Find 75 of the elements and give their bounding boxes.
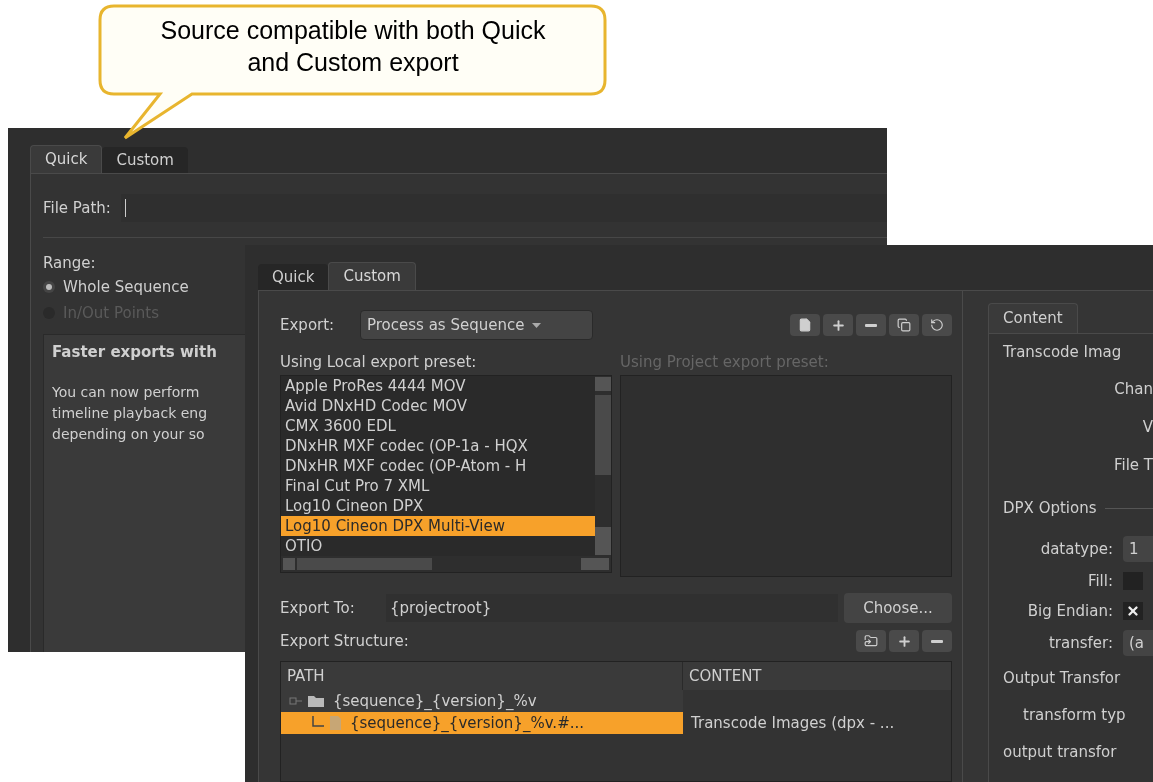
field-label: Chan <box>1114 378 1153 400</box>
field-label: Output Transfor <box>1003 667 1121 689</box>
preset-item[interactable]: Log10 Cineon DPX <box>281 496 595 516</box>
preset-item[interactable]: DNxHR MXF codec (OP-Atom - H <box>281 456 595 476</box>
dropdown[interactable]: 1 <box>1123 536 1153 562</box>
field-label: Transcode Imag <box>1003 341 1122 363</box>
info-text: depending on your so <box>52 424 205 444</box>
file-icon <box>329 715 342 731</box>
remove-button[interactable] <box>922 630 952 652</box>
preset-item[interactable]: Avid DNxHD Codec MOV <box>281 396 595 416</box>
field-label: DPX Options <box>1003 497 1097 519</box>
path-text: {sequence}_{version}_%v.#... <box>350 712 584 734</box>
field-label: Export To: <box>280 597 356 619</box>
tab[interactable]: Custom <box>328 262 416 290</box>
export-dropdown[interactable]: Process as Sequence <box>360 310 593 340</box>
field-label: File Path: <box>43 197 111 219</box>
tree-connector-icon <box>311 716 325 730</box>
list-label: Using Local export preset: <box>280 352 478 373</box>
tree-row[interactable]: {sequence}_{version}_%v.#... <box>281 712 683 734</box>
reset-button[interactable] <box>922 314 952 336</box>
new-preset-button[interactable] <box>790 314 820 336</box>
field-label: Export Structure: <box>280 630 409 652</box>
tree-connector-icon <box>289 694 303 708</box>
content-text: Transcode Images (dpx - ... <box>691 712 895 734</box>
tree-row[interactable]: {sequence}_{version}_%v <box>281 690 683 712</box>
tab[interactable]: Quick <box>258 264 329 290</box>
tab[interactable]: Quick <box>30 145 103 173</box>
preset-item[interactable]: DNxHR MXF codec (OP-1a - HQX <box>281 436 595 456</box>
reset-icon <box>930 318 944 332</box>
minus-icon <box>865 323 877 327</box>
folder-icon <box>307 694 325 708</box>
copy-icon <box>897 318 911 332</box>
field-label: Big Endian: <box>1027 600 1113 622</box>
dropdown[interactable]: (a <box>1123 630 1153 656</box>
minus-icon <box>931 639 943 643</box>
path-text: {sequence}_{version}_%v <box>333 690 537 712</box>
caret-icon <box>532 322 542 328</box>
field-label: transform typ <box>1023 704 1126 726</box>
preset-item[interactable]: Apple ProRes 4444 MOV <box>281 376 595 396</box>
folder-arrow-icon <box>864 634 878 648</box>
copy-button[interactable] <box>889 314 919 336</box>
add-button[interactable] <box>823 314 853 336</box>
range-label: Range: <box>43 253 97 274</box>
document-icon <box>798 318 812 332</box>
info-heading: Faster exports with <box>52 342 217 363</box>
field-label: datatype: <box>1040 538 1113 560</box>
checkbox[interactable] <box>1123 602 1143 620</box>
plus-icon <box>830 317 846 333</box>
checkmark-icon <box>1126 604 1140 618</box>
preset-item[interactable]: Log10 Cineon DPX Multi-View <box>281 516 595 536</box>
field-label: output transfor <box>1003 741 1117 763</box>
callout-text: Source compatible with both Quick and Custom export <box>159 15 547 78</box>
preset-item[interactable]: CMX 3600 EDL <box>281 416 595 436</box>
choose-button[interactable]: Choose... <box>844 593 952 623</box>
file-path-input[interactable] <box>120 194 887 222</box>
export-to-input[interactable]: {projectroot} <box>386 594 838 622</box>
vertical-scrollbar[interactable] <box>595 376 611 556</box>
field-label: Export: <box>280 314 336 336</box>
column-header[interactable]: CONTENT <box>683 662 951 690</box>
remove-button[interactable] <box>856 314 886 336</box>
field-label: transfer: <box>1048 632 1113 654</box>
preset-item[interactable]: Final Cut Pro 7 XML <box>281 476 595 496</box>
field-label: Fill: <box>1087 570 1113 592</box>
add-button[interactable] <box>889 630 919 652</box>
field-label: File T <box>1113 454 1153 476</box>
horizontal-scrollbar[interactable] <box>281 556 611 572</box>
field-label: V <box>1142 416 1153 438</box>
folder-button[interactable] <box>856 630 886 652</box>
plus-icon <box>896 633 912 649</box>
preset-item[interactable]: OTIO <box>281 536 595 556</box>
content-tab[interactable]: Content <box>988 303 1078 333</box>
tab[interactable]: Custom <box>102 147 188 173</box>
radio-option[interactable]: Whole Sequence <box>43 274 189 300</box>
info-text: You can now perform <box>52 382 200 402</box>
info-text: timeline playback eng <box>52 403 208 423</box>
